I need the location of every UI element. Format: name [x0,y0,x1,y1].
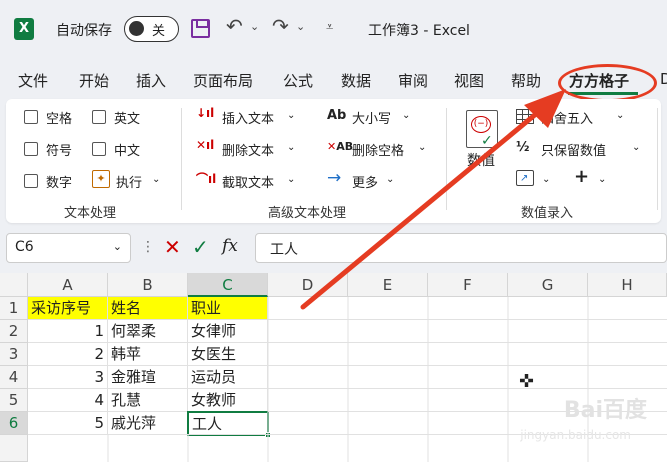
annotation-arrow [300,89,566,310]
